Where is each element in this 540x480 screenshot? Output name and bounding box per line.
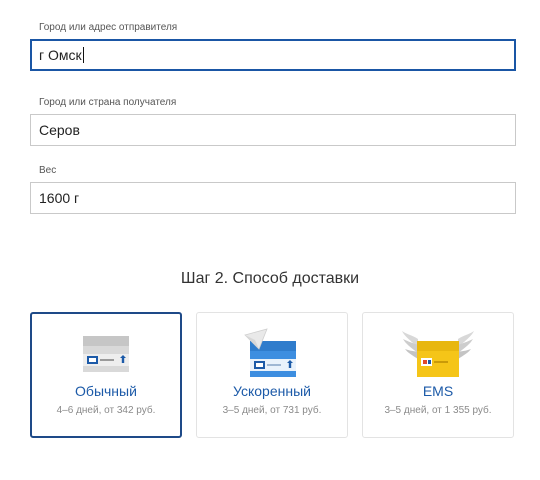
sender-input-value: г Омск xyxy=(39,47,82,63)
delivery-option-name: EMS xyxy=(422,383,454,399)
express-parcel-icon xyxy=(244,328,296,377)
recipient-input-value: Серов xyxy=(39,122,80,138)
weight-input-value: 1600 г xyxy=(39,190,80,206)
delivery-option-details: 3–5 дней, от 1 355 руб. xyxy=(384,405,492,416)
regular-parcel-icon xyxy=(83,336,129,372)
sender-label: Город или адрес отправителя xyxy=(39,22,178,33)
step2-title: Шаг 2. Способ доставки xyxy=(180,270,360,287)
recipient-label: Город или страна получателя xyxy=(39,97,177,108)
delivery-option-ems[interactable]: EMS 3–5 дней, от 1 355 руб. xyxy=(362,312,514,438)
text-caret xyxy=(82,47,84,63)
weight-label: Вес xyxy=(39,165,57,176)
delivery-option-details: 4–6 дней, от 342 руб. xyxy=(56,405,156,416)
delivery-option-name: Обычный xyxy=(75,383,137,399)
ems-parcel-icon xyxy=(402,331,474,377)
weight-input[interactable]: 1600 г xyxy=(30,182,516,214)
delivery-option-express[interactable]: Ускоренный 3–5 дней, от 731 руб. xyxy=(196,312,348,438)
delivery-option-details: 3–5 дней, от 731 руб. xyxy=(222,405,322,416)
recipient-input[interactable]: Серов xyxy=(30,114,516,146)
sender-input[interactable]: г Омск xyxy=(30,39,516,71)
delivery-option-regular[interactable]: Обычный 4–6 дней, от 342 руб. xyxy=(30,312,182,438)
delivery-option-name: Ускоренный xyxy=(233,383,311,399)
